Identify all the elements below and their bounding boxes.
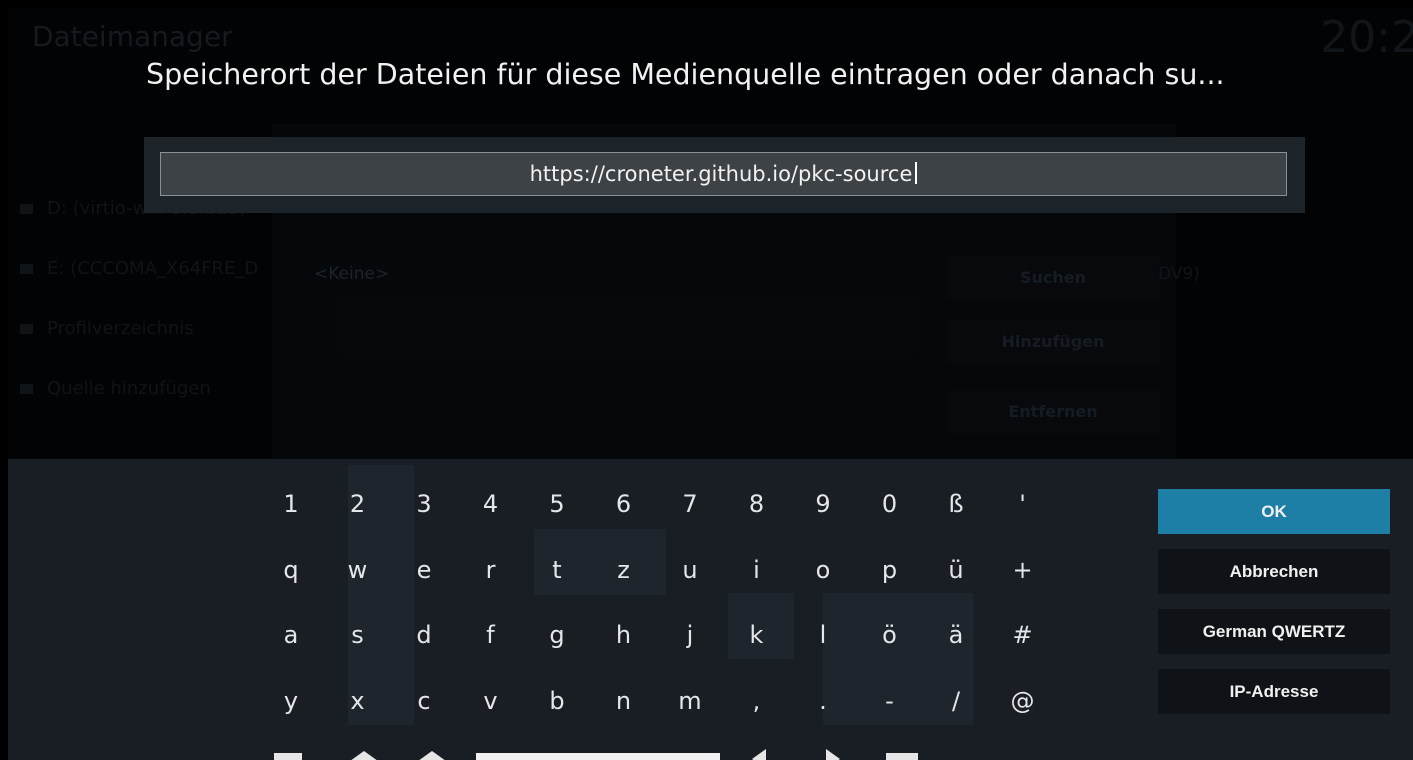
- ip-address-button[interactable]: IP-Adresse: [1158, 669, 1390, 714]
- url-input-value: https://croneter.github.io/pkc-source: [529, 162, 913, 186]
- key[interactable]: 0: [857, 475, 923, 537]
- key[interactable]: @: [990, 672, 1056, 734]
- folder-icon: [20, 264, 33, 274]
- source-path-value: <Keine>: [314, 264, 390, 284]
- clock: 20:2: [1320, 12, 1413, 63]
- list-item-label: E: (CCCOMA_X64FRE_D: [47, 258, 259, 279]
- key[interactable]: ': [990, 475, 1056, 537]
- key[interactable]: f: [458, 606, 524, 668]
- cursor-left-icon[interactable]: [752, 749, 766, 760]
- url-input[interactable]: https://croneter.github.io/pkc-source: [160, 152, 1287, 196]
- key[interactable]: 1: [258, 475, 324, 537]
- key[interactable]: #: [990, 606, 1056, 668]
- list-item-fragment: DV9): [1158, 264, 1200, 284]
- remove-button[interactable]: Entfernen: [946, 390, 1160, 434]
- layout-button[interactable]: German QWERTZ: [1158, 609, 1390, 654]
- text-caret: [915, 162, 918, 184]
- key[interactable]: z: [591, 541, 657, 603]
- caps-lock-icon[interactable]: [418, 751, 446, 760]
- key[interactable]: g: [524, 606, 590, 668]
- space-bar[interactable]: [476, 753, 720, 760]
- key[interactable]: k: [724, 606, 790, 668]
- key[interactable]: ö: [857, 606, 923, 668]
- key[interactable]: 3: [391, 475, 457, 537]
- key[interactable]: y: [258, 672, 324, 734]
- cancel-button[interactable]: Abbrechen: [1158, 549, 1390, 594]
- backspace-icon[interactable]: [886, 753, 918, 760]
- key[interactable]: /: [923, 672, 989, 734]
- key[interactable]: n: [591, 672, 657, 734]
- key[interactable]: i: [724, 541, 790, 603]
- shift-icon[interactable]: [350, 751, 378, 760]
- key[interactable]: 6: [591, 475, 657, 537]
- key[interactable]: d: [391, 606, 457, 668]
- key[interactable]: x: [325, 672, 391, 734]
- key[interactable]: l: [790, 606, 856, 668]
- key[interactable]: a: [258, 606, 324, 668]
- cursor-right-icon[interactable]: [826, 749, 840, 760]
- key[interactable]: m: [657, 672, 723, 734]
- key[interactable]: s: [325, 606, 391, 668]
- keyboard-panel: 1 2 3 4 5 6 7 8 9 0 ß ' q w e r t z u i o p ü + a s d f g h j k l ö ä # y x c v…: [8, 459, 1413, 760]
- key[interactable]: -: [857, 672, 923, 734]
- list-item[interactable]: E: (CCCOMA_X64FRE_D: [20, 258, 290, 288]
- list-item-label: Profilverzeichnis: [47, 318, 194, 339]
- key[interactable]: t: [524, 541, 590, 603]
- key[interactable]: 5: [524, 475, 590, 537]
- key[interactable]: .: [790, 672, 856, 734]
- key[interactable]: ä: [923, 606, 989, 668]
- folder-icon: [20, 324, 33, 334]
- add-button[interactable]: Hinzufügen: [946, 320, 1160, 364]
- key[interactable]: c: [391, 672, 457, 734]
- folder-icon: [20, 204, 33, 214]
- key[interactable]: o: [790, 541, 856, 603]
- key[interactable]: 7: [657, 475, 723, 537]
- key[interactable]: 9: [790, 475, 856, 537]
- list-item[interactable]: Quelle hinzufügen: [20, 378, 290, 408]
- list-item-label: Quelle hinzufügen: [47, 378, 211, 399]
- key[interactable]: q: [258, 541, 324, 603]
- key[interactable]: 2: [325, 475, 391, 537]
- key[interactable]: b: [524, 672, 590, 734]
- key[interactable]: 4: [458, 475, 524, 537]
- key[interactable]: r: [458, 541, 524, 603]
- key[interactable]: w: [325, 541, 391, 603]
- key[interactable]: u: [657, 541, 723, 603]
- kodi-screen: Dateimanager 20:2 D: (virtio-win-0.1.225…: [8, 8, 1413, 760]
- key[interactable]: 8: [724, 475, 790, 537]
- key[interactable]: j: [657, 606, 723, 668]
- dialog-heading: Speicherort der Dateien für diese Medien…: [146, 58, 1225, 91]
- key[interactable]: v: [458, 672, 524, 734]
- key[interactable]: e: [391, 541, 457, 603]
- ok-button[interactable]: OK: [1158, 489, 1390, 534]
- input-panel: https://croneter.github.io/pkc-source: [144, 137, 1305, 213]
- key[interactable]: +: [990, 541, 1056, 603]
- abc-toggle-icon[interactable]: [274, 753, 302, 760]
- key[interactable]: ü: [923, 541, 989, 603]
- window-title: Dateimanager: [32, 20, 233, 53]
- folder-icon: [20, 384, 33, 394]
- key[interactable]: ,: [724, 672, 790, 734]
- list-item[interactable]: Profilverzeichnis: [20, 318, 290, 348]
- key[interactable]: p: [857, 541, 923, 603]
- browse-button[interactable]: Suchen: [946, 256, 1160, 300]
- key[interactable]: ß: [923, 475, 989, 537]
- key[interactable]: h: [591, 606, 657, 668]
- source-path-field: [338, 292, 918, 358]
